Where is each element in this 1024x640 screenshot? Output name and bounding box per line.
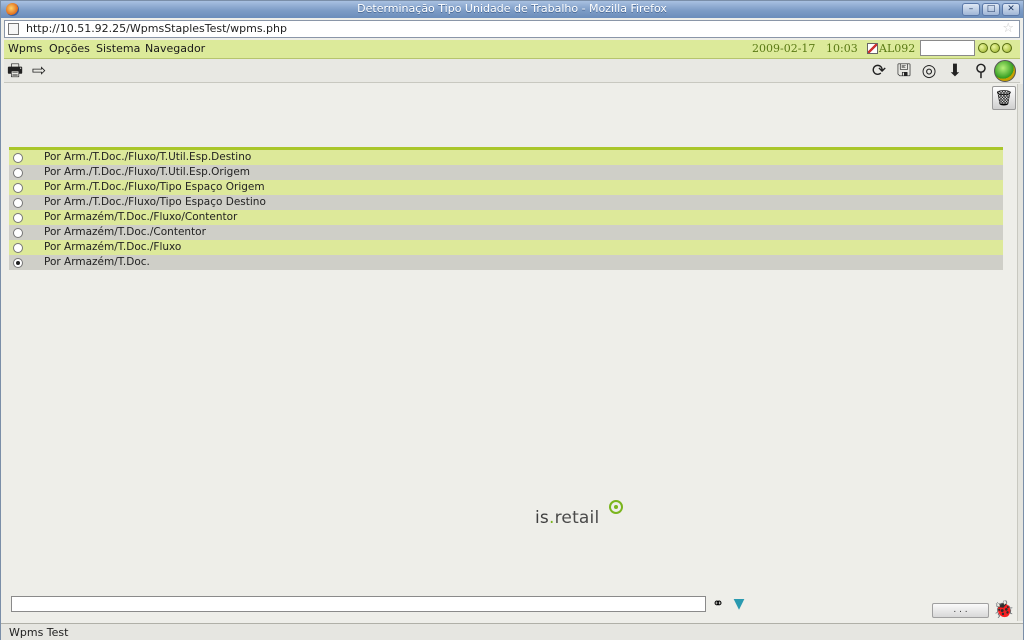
menu-wpms[interactable]: Wpms [8, 42, 42, 55]
menu-opcoes[interactable]: Opções [49, 42, 90, 55]
option-list: Por Arm./T.Doc./Fluxo/T.Util.Esp.Destino… [9, 147, 1003, 270]
title-bar: Determinação Tipo Unidade de Trabalho - … [1, 1, 1023, 18]
logo-text-is: is [535, 508, 549, 528]
address-bar[interactable]: http://10.51.92.25/WpmsStaplesTest/wpms.… [4, 20, 1020, 38]
download-icon[interactable]: ⬇ [944, 60, 966, 82]
option-label: Por Arm./T.Doc./Fluxo/Tipo Espaço Origem [44, 181, 265, 193]
lifebuoy-icon[interactable]: ◎ [918, 60, 940, 82]
minimize-button[interactable]: – [962, 3, 980, 16]
option-label: Por Armazém/T.Doc. [44, 256, 150, 268]
radio-button[interactable] [13, 228, 23, 238]
logo-mark-icon [609, 500, 623, 514]
printer-icon[interactable]: 🖶 [4, 60, 26, 82]
option-row[interactable]: Por Armazém/T.Doc./Fluxo [9, 240, 1003, 255]
close-button[interactable]: ✕ [1002, 3, 1020, 16]
radio-button[interactable] [13, 153, 23, 163]
menu-sistema[interactable]: Sistema [96, 42, 140, 55]
ladybug-icon[interactable]: 🐞 [992, 599, 1016, 621]
option-row[interactable]: Por Armazém/T.Doc./Contentor [9, 225, 1003, 240]
date-label: 2009-02-17 [752, 42, 816, 55]
scrollbar[interactable] [1017, 84, 1023, 621]
option-row[interactable]: Por Armazém/T.Doc./Fluxo/Contentor [9, 210, 1003, 225]
radio-button-selected[interactable] [13, 258, 23, 268]
refresh-icon[interactable]: ⟳ [868, 60, 890, 82]
command-input[interactable] [11, 596, 706, 612]
radio-button[interactable] [13, 198, 23, 208]
option-label: Por Arm./T.Doc./Fluxo/T.Util.Esp.Destino [44, 151, 252, 163]
url-text[interactable]: http://10.51.92.25/WpmsStaplesTest/wpms.… [26, 22, 287, 35]
save-icon[interactable]: 🖫 [893, 60, 915, 82]
option-label: Por Armazém/T.Doc./Fluxo/Contentor [44, 211, 238, 223]
radio-button[interactable] [13, 183, 23, 193]
radio-button[interactable] [13, 243, 23, 253]
menu-navegador[interactable]: Navegador [145, 42, 205, 55]
filter-icon[interactable]: ▼ [730, 595, 748, 613]
status-dot-2-icon[interactable] [990, 43, 1000, 53]
radio-button[interactable] [13, 168, 23, 178]
maximize-button[interactable]: □ [982, 3, 1000, 16]
status-bar: Wpms Test [1, 623, 1023, 640]
time-label: 10:03 [826, 42, 858, 55]
option-row[interactable]: Por Arm./T.Doc./Fluxo/T.Util.Esp.Origem [9, 165, 1003, 180]
user-flag-icon [867, 43, 878, 54]
browser-window: Determinação Tipo Unidade de Trabalho - … [0, 0, 1024, 640]
option-row[interactable]: Por Arm./T.Doc./Fluxo/T.Util.Esp.Destino [9, 150, 1003, 165]
option-row[interactable]: Por Arm./T.Doc./Fluxo/Tipo Espaço Destin… [9, 195, 1003, 210]
green-sphere-icon[interactable] [994, 60, 1016, 82]
page-icon [8, 23, 19, 35]
logo-text-retail: retail [554, 508, 600, 528]
window-title: Determinação Tipo Unidade de Trabalho - … [357, 2, 667, 15]
option-row-selected[interactable]: Por Armazém/T.Doc. [9, 255, 1003, 270]
binoculars-icon[interactable]: ⚭ [709, 595, 727, 613]
user-label: AL092 [879, 42, 916, 55]
option-row[interactable]: Por Arm./T.Doc./Fluxo/Tipo Espaço Origem [9, 180, 1003, 195]
trash-icon[interactable]: 🗑 [992, 86, 1016, 110]
dots-button[interactable]: . . . [932, 603, 989, 618]
user-icon[interactable]: ⚲ [970, 60, 992, 82]
option-label: Por Armazém/T.Doc./Contentor [44, 226, 206, 238]
status-dot-1-icon[interactable] [978, 43, 988, 53]
radio-button[interactable] [13, 213, 23, 223]
toolbar: 🖶 ⇨ ⟳ 🖫 ◎ ⬇ ⚲ [4, 59, 1020, 83]
is-retail-logo: is.retail [535, 508, 599, 528]
option-label: Por Armazém/T.Doc./Fluxo [44, 241, 182, 253]
status-text: Wpms Test [9, 626, 69, 639]
menu-bar: Wpms Opções Sistema Navegador 2009-02-17… [4, 40, 1020, 59]
option-label: Por Arm./T.Doc./Fluxo/Tipo Espaço Destin… [44, 196, 266, 208]
arrow-right-icon[interactable]: ⇨ [28, 60, 50, 82]
option-label: Por Arm./T.Doc./Fluxo/T.Util.Esp.Origem [44, 166, 251, 178]
status-dot-3-icon[interactable] [1002, 43, 1012, 53]
quick-field[interactable] [920, 40, 975, 56]
bookmark-star-icon[interactable]: ☆ [1002, 21, 1014, 36]
